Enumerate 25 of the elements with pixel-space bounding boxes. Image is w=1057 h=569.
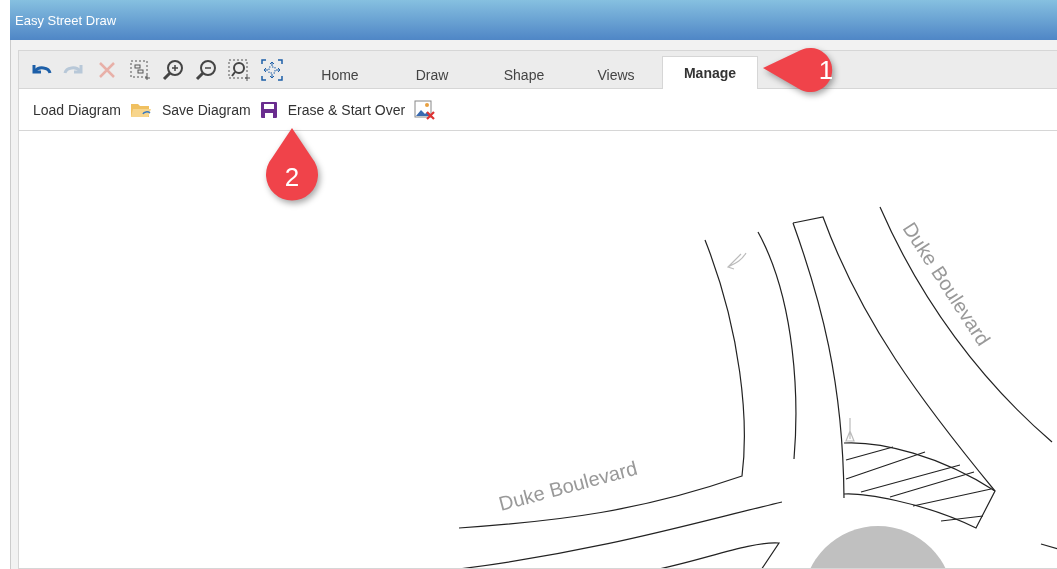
ribbon-action[interactable]: Save Diagram bbox=[161, 100, 278, 119]
window-title: Easy Street Draw bbox=[15, 12, 117, 28]
save-icon bbox=[259, 100, 278, 119]
zoom-in-button[interactable] bbox=[161, 57, 185, 82]
marker-icon bbox=[845, 417, 855, 442]
tab[interactable]: Manage bbox=[662, 56, 758, 89]
ribbon-action[interactable]: Load Diagram bbox=[33, 100, 152, 119]
select-button[interactable] bbox=[128, 57, 152, 82]
selection-icon bbox=[129, 58, 151, 81]
ribbon-action[interactable]: Erase & Start Over bbox=[287, 98, 437, 121]
fit-to-screen-icon bbox=[261, 58, 283, 81]
close-icon bbox=[98, 60, 116, 79]
tab[interactable]: Shape bbox=[478, 59, 570, 89]
zoom-out-button[interactable] bbox=[194, 57, 218, 82]
zoom-area-icon bbox=[228, 58, 250, 81]
callout-marker: 2 bbox=[265, 126, 319, 202]
tab[interactable]: Draw bbox=[386, 59, 478, 89]
turn-arrow-icon bbox=[727, 252, 747, 270]
tab[interactable]: Views bbox=[570, 59, 662, 89]
zoom-area-button[interactable] bbox=[227, 57, 251, 82]
tab[interactable]: Home bbox=[294, 59, 386, 89]
image-delete-icon bbox=[414, 98, 437, 121]
zoom-out-icon bbox=[195, 58, 217, 81]
zoom-in-icon bbox=[162, 58, 184, 81]
fit-button[interactable] bbox=[260, 57, 284, 82]
